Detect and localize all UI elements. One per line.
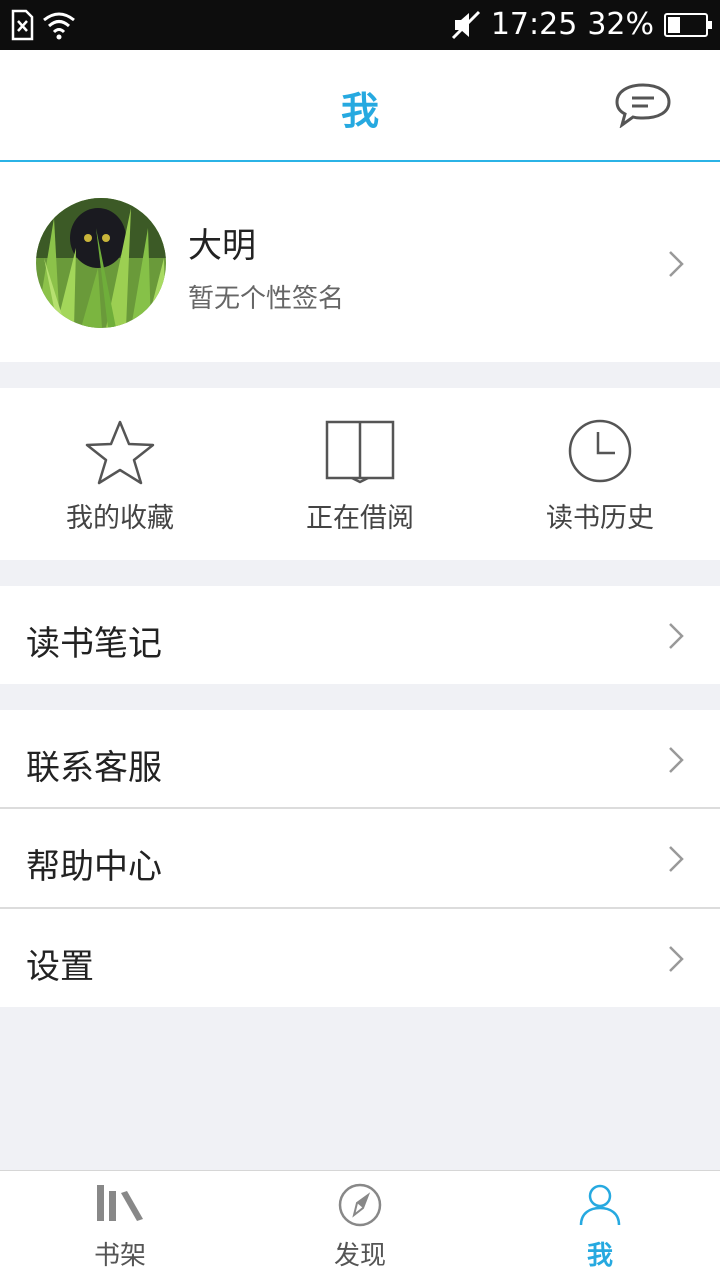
- menu-row-settings[interactable]: 设置: [0, 909, 720, 1007]
- chevron-right-icon: [669, 747, 684, 773]
- shortcut-label: 正在借阅: [306, 503, 414, 534]
- shortcut-favorites[interactable]: 我的收藏: [0, 388, 240, 560]
- tab-label: 发现: [333, 1241, 386, 1271]
- bottom-tab-bar: 书架 发现 我: [0, 1170, 720, 1281]
- shortcut-history[interactable]: 读书历史: [480, 388, 720, 560]
- row-label: 联系客服: [26, 748, 162, 788]
- profile-card[interactable]: 大明 暂无个性签名: [0, 162, 720, 362]
- chevron-right-icon: [669, 846, 684, 872]
- star-icon: [85, 420, 155, 485]
- tab-label: 书架: [93, 1241, 146, 1271]
- open-book-icon: [325, 420, 395, 484]
- menu-row-contact-service[interactable]: 联系客服: [0, 710, 720, 808]
- profile-name: 大明: [188, 226, 256, 266]
- clock-icon: [568, 419, 632, 483]
- menu-row-reading-notes[interactable]: 读书笔记: [0, 586, 720, 684]
- battery-percent: 32%: [587, 7, 654, 42]
- shortcut-label: 我的收藏: [66, 503, 174, 534]
- chevron-right-icon: [669, 251, 684, 277]
- page-title: 我: [340, 89, 379, 133]
- battery-icon: [664, 13, 712, 37]
- person-icon: [579, 1184, 621, 1226]
- top-header: 我: [0, 50, 720, 162]
- row-label: 读书笔记: [26, 624, 162, 664]
- shortcut-label: 读书历史: [546, 503, 654, 534]
- profile-signature: 暂无个性签名: [188, 284, 345, 314]
- tab-me[interactable]: 我: [480, 1171, 720, 1281]
- chevron-right-icon: [669, 623, 684, 649]
- tab-label: 我: [586, 1241, 613, 1271]
- status-bar: 17:25 32%: [0, 0, 720, 50]
- tab-discover[interactable]: 发现: [240, 1171, 480, 1281]
- chevron-right-icon: [669, 946, 684, 972]
- clock-time: 17:25: [490, 7, 578, 42]
- avatar: [36, 198, 166, 328]
- bookshelf-icon: [97, 1185, 143, 1221]
- shortcut-borrowing[interactable]: 正在借阅: [240, 388, 480, 560]
- wifi-icon: [43, 12, 75, 40]
- chat-bubble-icon: [615, 83, 671, 129]
- sim-card-icon: [11, 9, 34, 41]
- row-label: 设置: [26, 947, 94, 987]
- mute-icon: [451, 10, 480, 40]
- row-label: 帮助中心: [26, 847, 162, 887]
- tab-bookshelf[interactable]: 书架: [0, 1171, 240, 1281]
- message-button[interactable]: [614, 82, 674, 132]
- shortcut-row: 我的收藏 正在借阅 读书历史: [0, 388, 720, 560]
- compass-icon: [338, 1183, 382, 1227]
- menu-row-help-center[interactable]: 帮助中心: [0, 809, 720, 907]
